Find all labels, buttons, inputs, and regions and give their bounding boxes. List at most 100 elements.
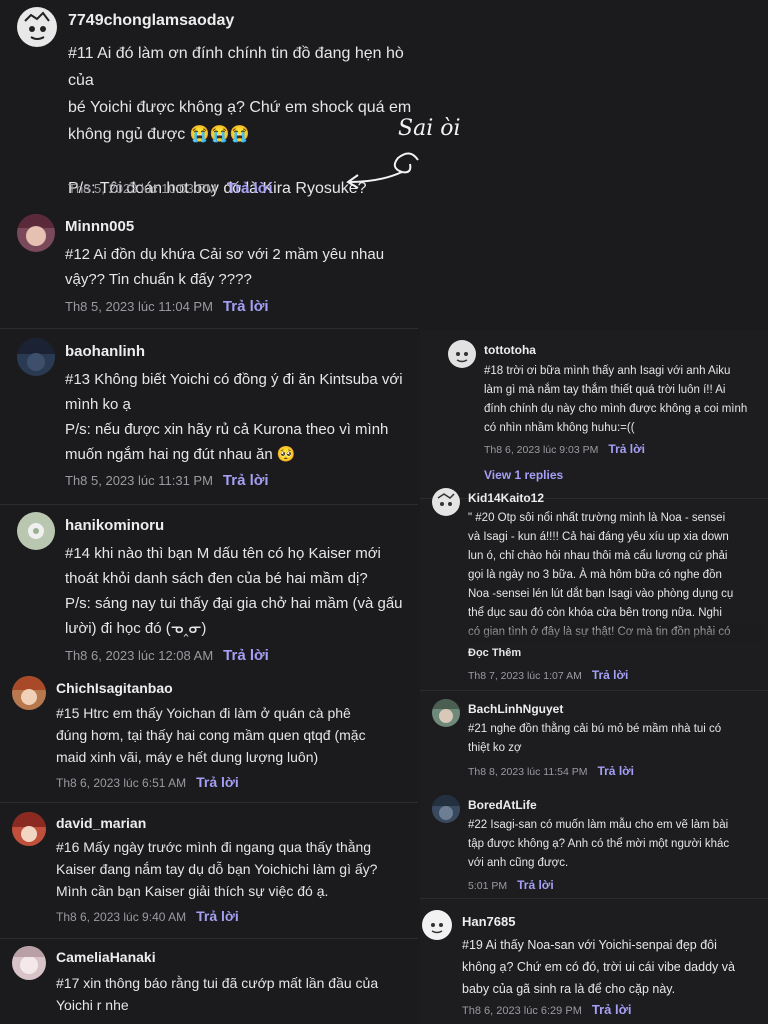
sketch-face-icon bbox=[431, 923, 443, 934]
comment-username[interactable]: BachLinhNguyet bbox=[468, 702, 563, 716]
reply-button[interactable]: Trả lời bbox=[592, 1002, 632, 1017]
anime-avatar-icon bbox=[12, 946, 46, 974]
comment-time: Th8 8, 2023 lúc 11:54 PM bbox=[468, 766, 588, 778]
comment-text: #13 Không biết Yoichi có đồng ý đi ăn Ki… bbox=[65, 371, 403, 463]
user-avatar[interactable] bbox=[12, 946, 46, 980]
comment-username[interactable]: tottotoha bbox=[484, 343, 536, 357]
user-avatar[interactable] bbox=[448, 340, 476, 368]
right-comment-panel: tottotoha #18 trời ơi bữa mình thấy anh … bbox=[420, 330, 768, 1024]
comment-username[interactable]: CameliaHanaki bbox=[56, 949, 156, 965]
comment-username[interactable]: ChichIsagitanbao bbox=[56, 680, 173, 696]
comment-username[interactable]: baohanlinh bbox=[65, 343, 145, 360]
anime-avatar-icon bbox=[17, 214, 55, 246]
divider bbox=[0, 802, 418, 803]
comment-time: Th8 7, 2023 lúc 1:07 AM bbox=[468, 670, 582, 682]
comment-21: BachLinhNguyet #21 nghe đồn thằng cải bú… bbox=[420, 694, 768, 784]
comment-text: #19 Ai thấy Noa-san với Yoichi-senpai đẹ… bbox=[462, 938, 735, 996]
divider bbox=[0, 938, 418, 939]
comment-username[interactable]: Han7685 bbox=[462, 914, 515, 929]
flower-avatar-icon bbox=[28, 523, 44, 539]
comment-16: david_marian #16 Mấy ngày trước mình đi … bbox=[0, 808, 418, 936]
comment-time: Th8 5, 2023 lúc 11:31 PM bbox=[65, 473, 213, 488]
user-avatar[interactable] bbox=[17, 7, 57, 47]
reply-button[interactable]: Trả lời bbox=[223, 298, 269, 315]
user-avatar[interactable] bbox=[17, 214, 55, 252]
anime-avatar-icon bbox=[17, 338, 55, 371]
reply-button[interactable]: Trả lời bbox=[592, 668, 629, 682]
comment-username[interactable]: Minnn005 bbox=[65, 218, 134, 235]
comment-time: Th8 6, 2023 lúc 12:08 AM bbox=[65, 648, 214, 663]
user-avatar[interactable] bbox=[432, 488, 460, 516]
comment-text: #12 Ai đồn dụ khứa Cải sơ với 2 mầm yêu … bbox=[65, 246, 385, 288]
sketch-face-icon bbox=[437, 493, 455, 506]
read-more-link[interactable]: Đọc Thêm bbox=[468, 647, 521, 659]
reply-button[interactable]: Trả lời bbox=[517, 878, 554, 892]
reply-button[interactable]: Trả lời bbox=[223, 647, 269, 664]
comment-text: #18 trời ơi bữa mình thấy anh Isagi với … bbox=[484, 365, 748, 434]
user-avatar[interactable] bbox=[422, 910, 452, 940]
anime-avatar-icon bbox=[432, 795, 460, 820]
comment-meta: 5:01 PM Trả lời bbox=[468, 878, 554, 892]
comment-meta: Th8 7, 2023 lúc 1:07 AM Trả lời bbox=[468, 668, 628, 682]
anime-avatar-icon bbox=[432, 699, 460, 723]
user-avatar[interactable] bbox=[12, 812, 46, 846]
reply-button[interactable]: Trả lời bbox=[227, 180, 273, 197]
reply-button[interactable]: Trả lời bbox=[597, 764, 634, 778]
comment-text: #14 khi nào thì bạn M dấu tên có họ Kais… bbox=[65, 545, 403, 637]
comment-meta: Th8 6, 2023 lúc 6:51 AM Trả lời bbox=[56, 774, 239, 790]
reply-button[interactable]: Trả lời bbox=[608, 442, 645, 456]
comment-username[interactable]: 7749chonglamsaoday bbox=[68, 12, 234, 30]
comment-time: 5:01 PM bbox=[468, 880, 508, 892]
view-replies-link[interactable]: View 1 replies bbox=[484, 468, 563, 482]
comment-12: Minnn005 #12 Ai đồn dụ khứa Cải sơ với 2… bbox=[0, 210, 418, 328]
comment-username[interactable]: BoredAtLife bbox=[468, 798, 537, 812]
divider bbox=[0, 504, 418, 505]
sketch-face-icon bbox=[24, 11, 50, 40]
comment-14: hanikominoru #14 khi nào thì bạn M dấu t… bbox=[0, 507, 418, 672]
comment-username[interactable]: david_marian bbox=[56, 815, 146, 831]
comment-time: Th8 6, 2023 lúc 6:29 PM bbox=[462, 1005, 582, 1017]
user-avatar[interactable] bbox=[17, 512, 55, 550]
user-avatar[interactable] bbox=[12, 676, 46, 710]
comment-time: Th8 6, 2023 lúc 9:40 AM bbox=[56, 910, 187, 924]
comment-22: BoredAtLife #22 Isagi-san có muốn làm mẫ… bbox=[420, 790, 768, 902]
comment-meta: Th8 8, 2023 lúc 11:54 PM Trả lời bbox=[468, 764, 634, 778]
comment-meta: Th8 6, 2023 lúc 9:03 PM Trả lời bbox=[484, 442, 645, 456]
comment-text: #17 xin thông báo rằng tui đã cướp mất l… bbox=[56, 975, 379, 1013]
reply-button[interactable]: Trả lời bbox=[196, 774, 239, 790]
user-avatar[interactable] bbox=[17, 338, 55, 376]
divider bbox=[0, 328, 418, 329]
comment-text-clip: " #20 Otp sôi nổi nhất trường mình là No… bbox=[468, 509, 764, 642]
sketch-face-icon bbox=[456, 352, 468, 363]
comment-time: Th8 5, 2023 lúc 10:03 PM bbox=[68, 181, 217, 196]
curved-arrow-icon bbox=[346, 152, 419, 189]
comment-text: #21 nghe đồn thằng cải bú mỏ bé mầm nhà … bbox=[468, 723, 722, 754]
comment-meta: Th8 5, 2023 lúc 11:04 PM Trả lời bbox=[65, 298, 269, 315]
comment-time: Th8 6, 2023 lúc 6:51 AM bbox=[56, 776, 187, 790]
comment-meta: Th8 5, 2023 lúc 11:31 PM Trả lời bbox=[65, 472, 269, 489]
comment-time: Th8 5, 2023 lúc 11:04 PM bbox=[65, 299, 213, 314]
comment-17: CameliaHanaki #17 xin thông báo rằng tui… bbox=[0, 942, 418, 1024]
user-avatar[interactable] bbox=[432, 795, 460, 823]
text-fade bbox=[468, 619, 764, 642]
user-avatar[interactable] bbox=[432, 699, 460, 727]
comment-time: Th8 6, 2023 lúc 9:03 PM bbox=[484, 444, 599, 456]
comment-meta: Th8 6, 2023 lúc 12:08 AM Trả lời bbox=[65, 647, 269, 664]
reply-button[interactable]: Trả lời bbox=[196, 908, 239, 924]
comment-meta: Th8 6, 2023 lúc 9:40 AM Trả lời bbox=[56, 908, 239, 924]
comment-19: Han7685 #19 Ai thấy Noa-san với Yoichi-s… bbox=[420, 904, 768, 1024]
comment-username[interactable]: Kid14Kaito12 bbox=[468, 491, 544, 505]
comment-text: #16 Mấy ngày trước mình đi ngang qua thấ… bbox=[56, 839, 378, 899]
divider bbox=[420, 690, 768, 691]
anime-avatar-icon bbox=[12, 676, 46, 705]
handwritten-annotation: Sai òi bbox=[340, 112, 470, 196]
comment-20: Kid14Kaito12 " #20 Otp sôi nổi nhất trườ… bbox=[420, 482, 768, 692]
anime-avatar-icon bbox=[12, 812, 46, 842]
comment-meta: Th8 6, 2023 lúc 6:29 PM Trả lời bbox=[462, 1002, 631, 1017]
comment-meta: Th8 5, 2023 lúc 10:03 PM Trả lời bbox=[68, 180, 273, 197]
comment-username[interactable]: hanikominoru bbox=[65, 517, 164, 534]
reply-button[interactable]: Trả lời bbox=[223, 472, 269, 489]
comment-text: #22 Isagi-san có muốn làm mẫu cho em vẽ … bbox=[468, 819, 730, 869]
comment-15: ChichIsagitanbao #15 Htrc em thấy Yoicha… bbox=[0, 672, 418, 800]
comment-18: tottotoha #18 trời ơi bữa mình thấy anh … bbox=[420, 330, 768, 496]
